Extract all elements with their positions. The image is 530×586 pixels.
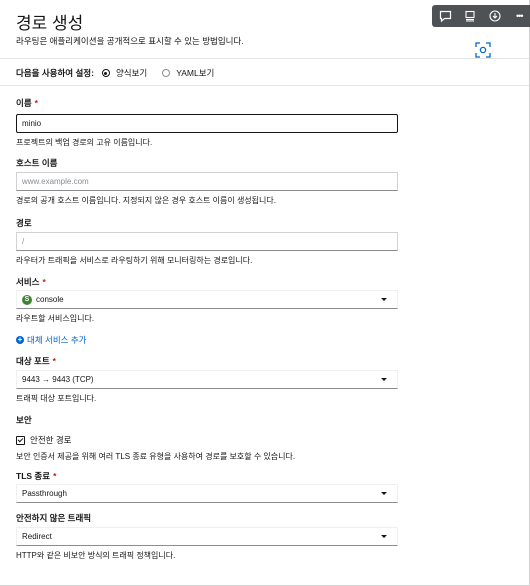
radio-selected-icon[interactable]: [101, 69, 110, 77]
list-icon[interactable]: [460, 7, 482, 25]
floating-toolbar: •••: [432, 5, 530, 27]
insecure-traffic-label: 안전하지 않은 트래픽: [16, 513, 92, 523]
settings-divider: [0, 85, 529, 86]
caret-down-icon: [381, 492, 387, 495]
add-service-link-text: 대체 서비스 추가: [27, 335, 87, 345]
required-mark: *: [42, 277, 46, 287]
caret-down-icon: [381, 535, 387, 538]
security-label: 보안: [16, 415, 32, 425]
target-port-select-value: 9443 → 9443 (TCP): [22, 375, 94, 384]
radio-form-view-label: 양식보기: [115, 68, 148, 78]
configure-label: 다음을 사용하여 설정:: [16, 68, 94, 78]
required-mark: *: [53, 471, 57, 481]
name-input[interactable]: minio: [16, 114, 398, 133]
service-badge-icon: S: [22, 294, 32, 305]
path-input[interactable]: /: [16, 232, 398, 251]
radio-yaml-view-label: YAML보기: [176, 68, 215, 78]
secure-route-checkbox[interactable]: 안전한 경로: [16, 434, 71, 446]
service-select[interactable]: S console: [16, 290, 398, 309]
radio-form-view[interactable]: 양식보기: [101, 67, 148, 79]
page-subtitle: 라우팅은 애플리케이션을 공개적으로 표시할 수 있는 방법입니다.: [16, 36, 244, 46]
service-label: 서비스 *: [16, 276, 46, 288]
service-select-value: console: [36, 295, 64, 304]
insecure-traffic-help: HTTP와 같은 비보안 방식의 트래픽 정책입니다.: [16, 551, 176, 560]
hostname-input[interactable]: www.example.com: [16, 172, 398, 191]
focus-icon[interactable]: [474, 41, 492, 59]
insecure-traffic-value: Redirect: [22, 532, 52, 541]
required-mark: *: [34, 98, 38, 108]
secure-route-label: 안전한 경로: [30, 435, 72, 445]
hostname-label: 호스트 이름: [16, 158, 58, 168]
insecure-traffic-select[interactable]: Redirect: [16, 527, 398, 546]
tls-termination-label: TLS 종료 *: [16, 470, 56, 482]
add-alternate-service-link[interactable]: + 대체 서비스 추가: [16, 334, 86, 346]
more-icon[interactable]: •••: [509, 7, 530, 25]
download-icon[interactable]: [484, 7, 506, 25]
tls-termination-value: Passthrough: [22, 489, 67, 498]
tls-label-text: TLS 종료: [16, 471, 51, 481]
target-port-label: 대상 포트 *: [16, 355, 56, 367]
path-help: 라우터가 트래픽을 서비스로 라우팅하기 위해 모니터링하는 경로입니다.: [16, 256, 253, 265]
plus-circle-icon: +: [16, 335, 24, 344]
security-help: 보안 인증서 제공을 위해 여러 TLS 종료 유형을 사용하여 경로를 보호할…: [16, 452, 296, 461]
page-title: 경로 생성: [16, 14, 84, 33]
service-help: 라우트할 서비스입니다.: [16, 314, 95, 323]
required-mark: *: [52, 356, 56, 366]
radio-unselected-icon[interactable]: [162, 69, 171, 77]
chat-icon[interactable]: [435, 7, 457, 25]
hostname-placeholder: www.example.com: [22, 177, 89, 186]
path-placeholder: /: [22, 237, 25, 246]
target-port-label-text: 대상 포트: [16, 356, 50, 366]
target-port-select[interactable]: 9443 → 9443 (TCP): [16, 370, 398, 389]
name-label: 이름 *: [16, 97, 38, 109]
header-divider: [0, 58, 529, 59]
tls-termination-select[interactable]: Passthrough: [16, 484, 398, 503]
caret-down-icon: [381, 378, 387, 381]
checkbox-checked-icon[interactable]: [16, 435, 25, 445]
target-port-help: 트래픽 대상 포트입니다.: [16, 394, 97, 403]
configure-via: 다음을 사용하여 설정: 양식보기 YAML보기: [16, 67, 229, 79]
path-label: 경로: [16, 218, 32, 228]
name-label-text: 이름: [16, 98, 32, 108]
radio-yaml-view[interactable]: YAML보기: [162, 67, 214, 79]
hostname-help: 경로의 공개 호스트 이름입니다. 지정되지 않은 경우 호스트 이름이 생성됩…: [16, 196, 276, 205]
caret-down-icon: [381, 298, 387, 301]
name-help: 프로젝트의 백업 경로의 고유 이름입니다.: [16, 138, 153, 147]
name-input-value: minio: [22, 119, 42, 128]
service-label-text: 서비스: [16, 277, 40, 287]
